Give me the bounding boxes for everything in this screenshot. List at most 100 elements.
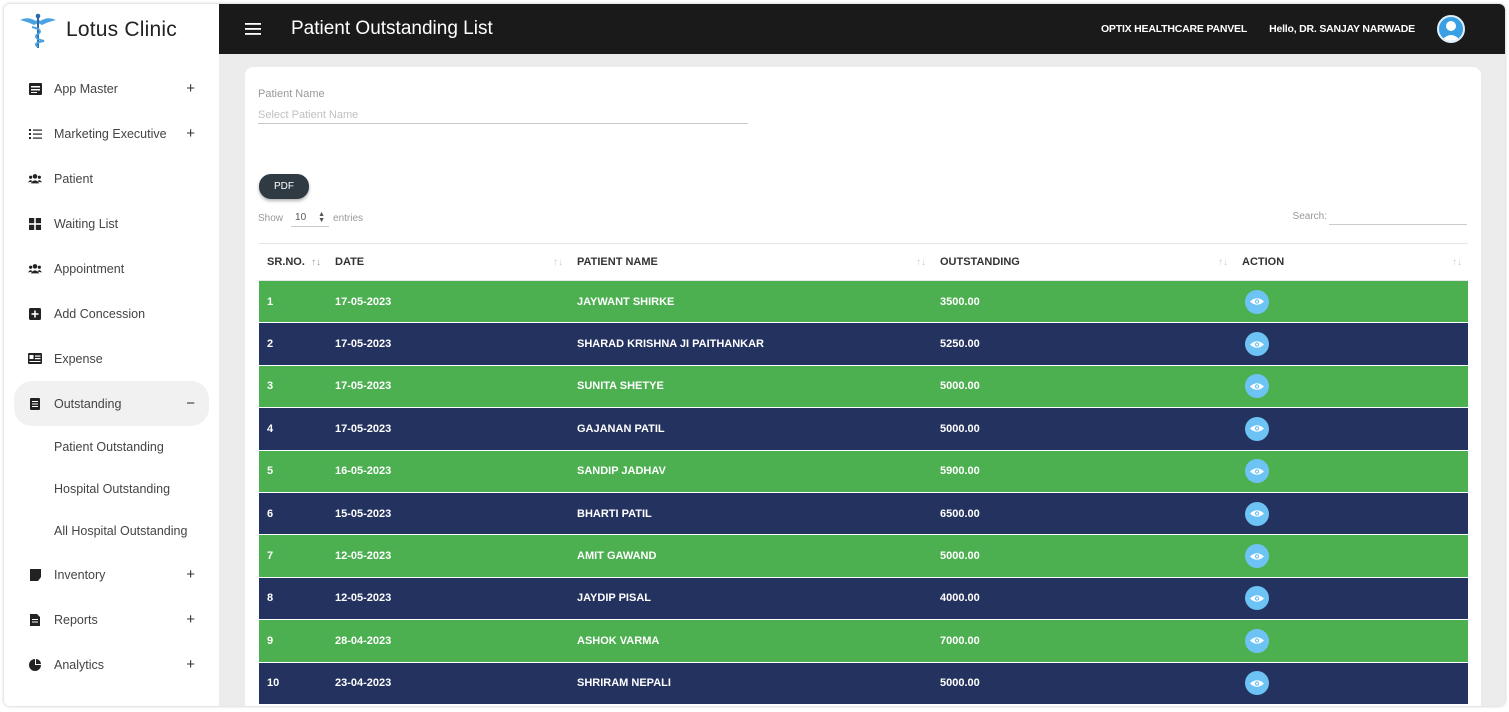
content-card: Patient Name PDF Show 10 ▲▼ entries Sear… (245, 67, 1481, 706)
cell-name: SHARAD KRISHNA JI PAITHANKAR (577, 338, 765, 351)
eye-icon (1250, 637, 1264, 645)
sidebar-item-app-master[interactable]: App Master + (4, 66, 219, 111)
view-button[interactable] (1245, 374, 1269, 399)
hamburger-menu-icon[interactable] (245, 23, 263, 35)
sidebar-item-appointment[interactable]: Appointment (4, 246, 219, 291)
sort-icon: ↑↓ (916, 256, 926, 268)
eye-icon (1250, 552, 1264, 560)
table-header-row: SR.NO. ↑↓ DATE ↑↓ PATIENT NAME ↑↓ OUTSTANDI… (259, 244, 1468, 281)
panel-name: OPTIX HEALTHCARE PANVEL (1100, 23, 1248, 35)
table-row: 10 23-04-2023 SHRIRAM NEPALI 5000.00 (259, 662, 1468, 705)
view-button[interactable] (1245, 416, 1269, 441)
view-button[interactable] (1245, 628, 1269, 653)
sidebar-item-expense[interactable]: Expense (4, 336, 219, 381)
cell-sr: 6 (267, 507, 274, 520)
eye-icon (1250, 468, 1264, 475)
sidebar-subitem-patient-outstanding[interactable]: Patient Outstanding (4, 426, 219, 468)
sidebar-item-analytics[interactable]: Analytics + (4, 642, 219, 687)
expand-icon[interactable]: + (186, 80, 195, 97)
sidebar-item-label: Inventory (54, 567, 106, 582)
column-header-srno[interactable]: SR.NO. ↑↓ (259, 244, 327, 281)
sidebar-item-outstanding[interactable]: Outstanding − (14, 381, 209, 426)
cell-sr: 9 (267, 634, 274, 647)
view-button[interactable] (1245, 459, 1269, 484)
expand-icon[interactable]: + (186, 566, 195, 583)
brand-name: Lotus Clinic (66, 18, 177, 41)
column-header-action[interactable]: ACTION ↑↓ (1234, 244, 1468, 281)
entries-length-control: Show 10 ▲ ▼ entries (258, 209, 363, 227)
sort-icon: ↑↓ (553, 256, 563, 268)
caduceus-logo-icon (20, 13, 56, 48)
eye-icon (1250, 340, 1264, 348)
sidebar-subitem-all-hospital-outstanding[interactable]: All Hospital Outstanding (4, 510, 219, 552)
cell-action (1234, 544, 1468, 569)
table-row: 5 16-05-2023 SANDIP JADHAV 5900.00 (259, 450, 1468, 493)
view-button[interactable] (1245, 332, 1269, 357)
table-search: Search: (1293, 207, 1467, 225)
cell-date: 16-05-2023 (335, 465, 392, 478)
expand-icon[interactable]: + (186, 656, 195, 673)
view-button[interactable] (1245, 586, 1269, 611)
cell-date: 17-05-2023 (335, 295, 392, 308)
sort-icon: ↑↓ (1452, 256, 1462, 268)
patient-name-select[interactable] (258, 106, 748, 124)
cell-sr: 1 (267, 295, 274, 308)
cell-name: AMIT GAWAND (577, 550, 657, 563)
topbar: Patient Outstanding List OPTIX HEALTHCAR… (219, 4, 1505, 54)
cell-sr: 8 (267, 592, 274, 605)
sidebar-item-label: Appointment (54, 261, 125, 276)
eye-icon (1250, 679, 1264, 687)
header-label: ACTION (1242, 256, 1285, 268)
sidebar-item-waiting-list[interactable]: Waiting List (4, 201, 219, 246)
expand-icon[interactable]: + (186, 125, 195, 142)
view-button[interactable] (1245, 671, 1269, 696)
sidebar-item-marketing-executive[interactable]: Marketing Executive + (4, 111, 219, 156)
cell-amount: 5250.00 (940, 338, 980, 351)
cell-amount: 5000.00 (940, 422, 980, 435)
sort-icon: ↑↓ (1218, 256, 1228, 268)
cell-date: 28-04-2023 (335, 634, 392, 647)
entries-label: entries (333, 212, 364, 224)
header-label: PATIENT NAME (577, 256, 658, 268)
plus-square-icon (28, 307, 42, 321)
sidebar-item-inventory[interactable]: Inventory + (4, 552, 219, 597)
cell-date: 15-05-2023 (335, 507, 392, 520)
cell-sr: 4 (267, 422, 274, 435)
table-row: 9 28-04-2023 ASHOK VARMA 7000.00 (259, 620, 1468, 663)
user-greeting: Hello, DR. SANJAY NARWADE (1269, 23, 1415, 35)
cell-name: ASHOK VARMA (577, 634, 660, 647)
eye-icon (1250, 383, 1264, 390)
search-input[interactable] (1329, 207, 1467, 225)
view-button[interactable] (1245, 544, 1269, 569)
cell-amount: 7000.00 (940, 634, 980, 647)
entries-select[interactable]: 10 ▲ ▼ (291, 209, 330, 227)
sidebar-item-label: Patient (54, 171, 93, 186)
view-button[interactable] (1245, 289, 1269, 314)
sidebar-item-reports[interactable]: Reports + (4, 597, 219, 642)
brand[interactable]: Lotus Clinic (4, 4, 219, 56)
collapse-icon[interactable]: − (186, 395, 195, 412)
cell-date: 12-05-2023 (335, 550, 392, 563)
cell-amount: 4000.00 (940, 592, 980, 605)
sidebar-item-label: Add Concession (54, 306, 146, 321)
checklist-icon (28, 127, 42, 141)
patient-name-label: Patient Name (258, 88, 325, 100)
cell-action (1234, 586, 1468, 611)
sidebar-item-patient[interactable]: Patient (4, 156, 219, 201)
topbar-right: OPTIX HEALTHCARE PANVEL Hello, DR. SANJA… (1101, 4, 1465, 54)
column-header-outstanding[interactable]: OUTSTANDING ↑↓ (932, 244, 1234, 281)
eye-icon (1250, 298, 1264, 305)
cell-name: JAYWANT SHIRKE (577, 295, 675, 308)
avatar[interactable] (1437, 15, 1465, 43)
table-row: 8 12-05-2023 JAYDIP PISAL 4000.00 (259, 577, 1468, 621)
card-icon (28, 352, 42, 366)
sidebar-subitem-hospital-outstanding[interactable]: Hospital Outstanding (4, 468, 219, 510)
users-icon (28, 172, 42, 186)
sidebar-item-add-concession[interactable]: Add Concession (4, 291, 219, 336)
column-header-patient-name[interactable]: PATIENT NAME ↑↓ (569, 244, 932, 281)
pdf-button[interactable]: PDF (259, 174, 309, 199)
table-row: 6 15-05-2023 BHARTI PATIL 6500.00 (259, 492, 1468, 536)
view-button[interactable] (1245, 501, 1269, 526)
column-header-date[interactable]: DATE ↑↓ (327, 244, 569, 281)
expand-icon[interactable]: + (186, 611, 195, 628)
